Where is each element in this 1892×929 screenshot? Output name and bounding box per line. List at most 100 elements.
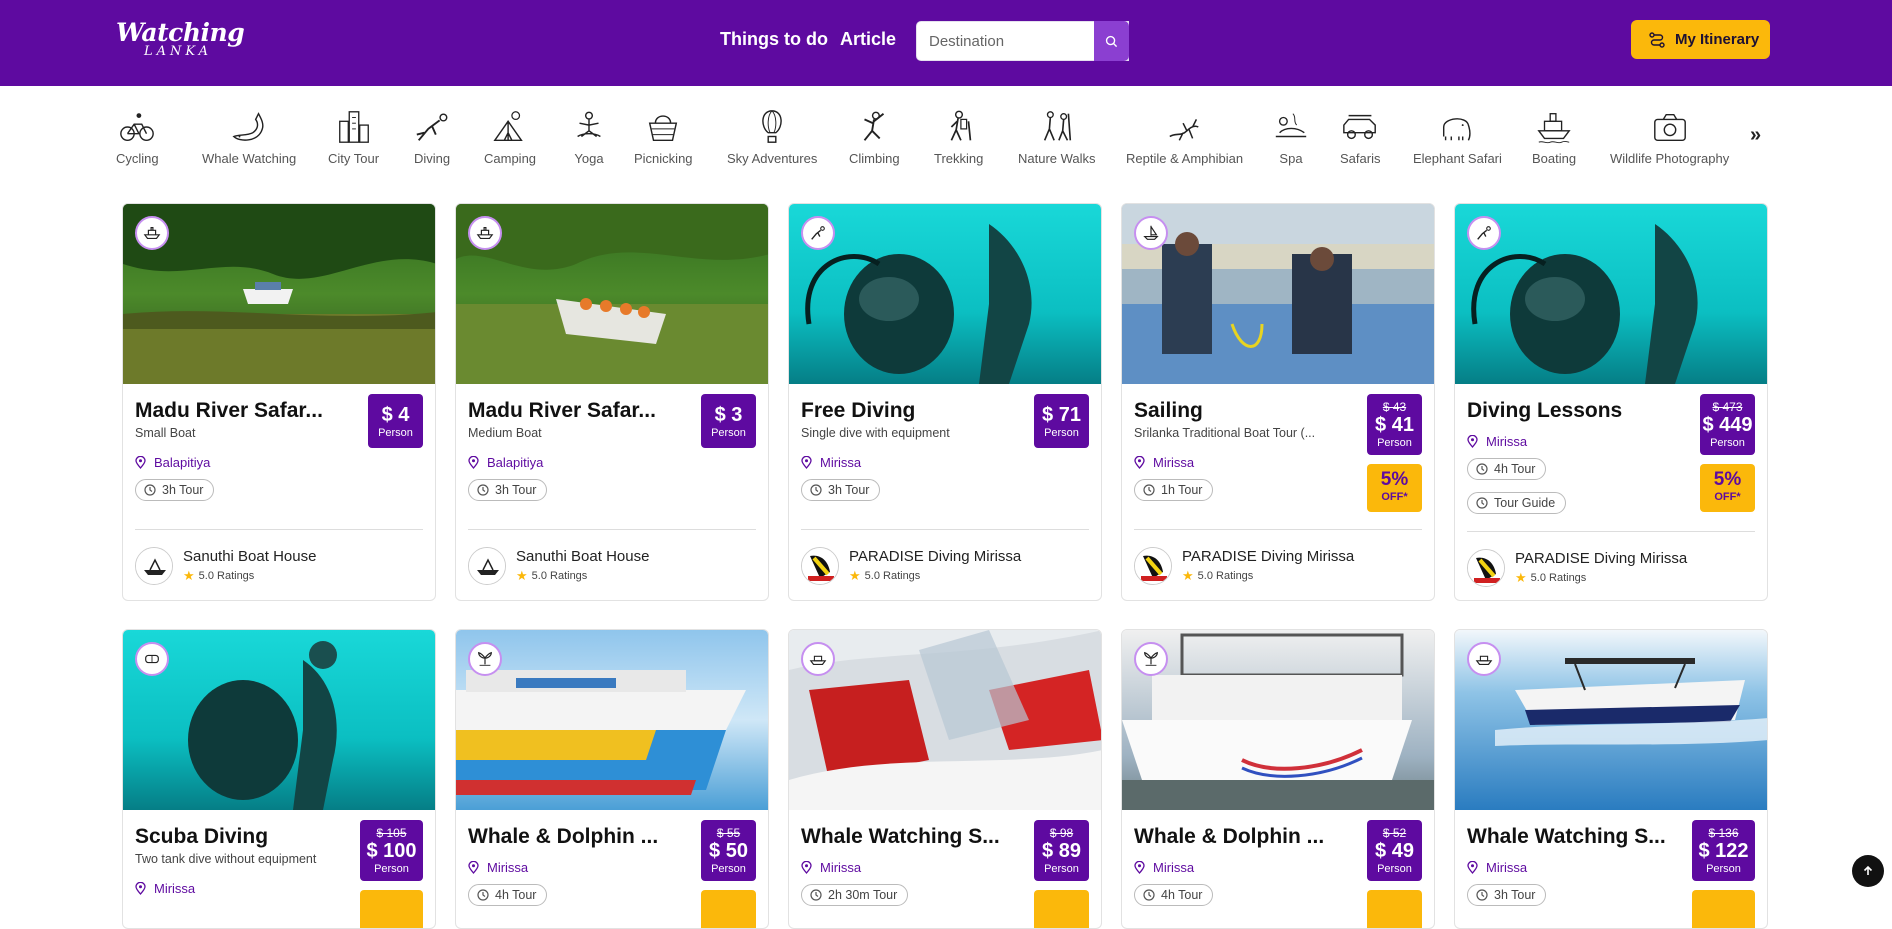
card-divider bbox=[1467, 531, 1755, 532]
activity-card[interactable]: Whale Watching S... Mirissa 2h 30m Tour … bbox=[788, 629, 1102, 929]
location-pin-icon bbox=[1134, 861, 1145, 874]
provider[interactable]: PARADISE Diving Mirissa ★ 5.0 Ratings bbox=[1134, 547, 1354, 585]
category-nature-walks[interactable]: Nature Walks bbox=[1018, 100, 1096, 170]
category-label: Boating bbox=[1532, 151, 1577, 166]
activity-card[interactable]: Diving Lessons Mirissa 4h Tour Tour Guid… bbox=[1454, 203, 1768, 601]
provider[interactable]: PARADISE Diving Mirissa ★ 5.0 Ratings bbox=[801, 547, 1021, 585]
original-price: $ 98 bbox=[1049, 826, 1074, 840]
category-picnicking[interactable]: Picnicking bbox=[634, 100, 693, 170]
category-diving[interactable]: Diving bbox=[413, 100, 451, 170]
category-whale-watching[interactable]: Whale Watching bbox=[202, 100, 296, 170]
category-cycling[interactable]: Cycling bbox=[116, 100, 159, 170]
price-box: $ 4 Person bbox=[368, 394, 423, 448]
activity-location[interactable]: Mirissa bbox=[1134, 860, 1194, 875]
activity-location[interactable]: Mirissa bbox=[1467, 860, 1527, 875]
duration-tag: 3h Tour bbox=[1467, 884, 1547, 906]
activity-location[interactable]: Balapitiya bbox=[135, 455, 210, 470]
tent-icon bbox=[493, 111, 523, 142]
activity-photo bbox=[1455, 204, 1767, 384]
original-price: $ 136 bbox=[1708, 826, 1739, 840]
tour-guide-tag: Tour Guide bbox=[1467, 492, 1567, 514]
jeep-icon bbox=[1343, 114, 1377, 140]
star-icon: ★ bbox=[849, 568, 861, 583]
price-unit: Person bbox=[1044, 427, 1079, 439]
category-city-tour[interactable]: City Tour bbox=[328, 100, 379, 170]
search-icon bbox=[1105, 35, 1118, 47]
category-reptile-amphibian[interactable]: Reptile & Amphibian bbox=[1126, 100, 1243, 170]
activity-subtitle: Single dive with equipment bbox=[801, 426, 950, 440]
price-unit: Person bbox=[1706, 863, 1741, 875]
activity-title: Free Diving bbox=[801, 399, 916, 422]
price-unit: Person bbox=[711, 427, 746, 439]
price-unit: Person bbox=[1377, 863, 1412, 875]
provider-avatar bbox=[468, 547, 506, 585]
category-badge bbox=[1134, 642, 1168, 676]
category-trekking[interactable]: Trekking bbox=[934, 100, 983, 170]
provider[interactable]: PARADISE Diving Mirissa ★ 5.0 Ratings bbox=[1467, 549, 1687, 587]
activity-card[interactable]: Madu River Safar... Small Boat Balapitiy… bbox=[122, 203, 436, 601]
location-pin-icon bbox=[1467, 435, 1478, 448]
provider-rating: ★ 5.0 Ratings bbox=[1515, 570, 1587, 585]
category-badge bbox=[801, 216, 835, 250]
discount-badge: 5% OFF* bbox=[1700, 464, 1755, 512]
activity-location[interactable]: Mirissa bbox=[1467, 434, 1527, 449]
route-icon bbox=[1649, 31, 1665, 48]
clock-icon bbox=[810, 889, 822, 901]
activity-card[interactable]: Free Diving Single dive with equipment M… bbox=[788, 203, 1102, 601]
star-icon: ★ bbox=[1515, 570, 1527, 585]
activity-card[interactable]: Sailing Srilanka Traditional Boat Tour (… bbox=[1121, 203, 1435, 601]
activity-card[interactable]: Whale & Dolphin ... Mirissa 4h Tour $ 55… bbox=[455, 629, 769, 929]
price-unit: Person bbox=[378, 427, 413, 439]
category-wildlife-photography[interactable]: Wildlife Photography bbox=[1610, 100, 1729, 170]
category-sky-adventures[interactable]: Sky Adventures bbox=[727, 100, 817, 170]
scroll-to-top-button[interactable] bbox=[1852, 855, 1884, 887]
activity-location[interactable]: Mirissa bbox=[1134, 455, 1194, 470]
activity-location[interactable]: Mirissa bbox=[801, 455, 861, 470]
my-itinerary-button[interactable]: My Itinerary bbox=[1631, 20, 1770, 59]
category-safaris[interactable]: Safaris bbox=[1340, 100, 1380, 170]
nav-article[interactable]: Article bbox=[840, 29, 896, 50]
location-pin-icon bbox=[1467, 861, 1478, 874]
nav-things-to-do[interactable]: Things to do bbox=[720, 29, 828, 50]
category-yoga[interactable]: Yoga bbox=[570, 100, 608, 170]
category-label: Picnicking bbox=[634, 151, 693, 166]
activity-location[interactable]: Mirissa bbox=[468, 860, 528, 875]
category-label: Spa bbox=[1279, 151, 1303, 166]
lizard-icon bbox=[1168, 119, 1199, 141]
logo[interactable]: Watching LANKA bbox=[116, 18, 245, 60]
current-price: $ 89 bbox=[1042, 840, 1081, 862]
clock-icon bbox=[477, 484, 489, 496]
provider-name: PARADISE Diving Mirissa bbox=[1182, 548, 1355, 565]
search-button[interactable] bbox=[1094, 21, 1129, 61]
category-badge bbox=[1467, 216, 1501, 250]
activity-card[interactable]: Madu River Safar... Medium Boat Balapiti… bbox=[455, 203, 769, 601]
activity-title: Madu River Safar... bbox=[135, 399, 323, 422]
duration-tag: 4h Tour bbox=[1467, 458, 1547, 480]
provider-name: Sanuthi Boat House bbox=[516, 548, 650, 565]
category-label: Safaris bbox=[1340, 151, 1381, 166]
provider[interactable]: Sanuthi Boat House ★ 5.0 Ratings bbox=[468, 547, 649, 585]
activity-title: Sailing bbox=[1134, 399, 1203, 422]
activity-subtitle: Small Boat bbox=[135, 426, 196, 440]
provider-avatar bbox=[1134, 547, 1172, 585]
category-elephant-safari[interactable]: Elephant Safari bbox=[1413, 100, 1502, 170]
category-climbing[interactable]: Climbing bbox=[849, 100, 900, 170]
price-unit: Person bbox=[374, 863, 409, 875]
activity-card[interactable]: Whale & Dolphin ... Mirissa 4h Tour $ 52… bbox=[1121, 629, 1435, 929]
clock-icon bbox=[1476, 463, 1488, 475]
category-spa[interactable]: Spa bbox=[1272, 100, 1310, 170]
activity-subtitle: Medium Boat bbox=[468, 426, 542, 440]
activity-location[interactable]: Balapitiya bbox=[468, 455, 543, 470]
activity-location[interactable]: Mirissa bbox=[801, 860, 861, 875]
provider[interactable]: Sanuthi Boat House ★ 5.0 Ratings bbox=[135, 547, 316, 585]
activity-card[interactable]: Whale Watching S... Mirissa 3h Tour $ 13… bbox=[1454, 629, 1768, 929]
activity-location[interactable]: Mirissa bbox=[135, 881, 195, 896]
hiker-icon bbox=[950, 110, 971, 141]
category-camping[interactable]: Camping bbox=[484, 100, 536, 170]
category-scroll-right-icon[interactable]: » bbox=[1750, 124, 1761, 147]
star-icon: ★ bbox=[183, 568, 195, 583]
category-label: City Tour bbox=[328, 151, 380, 166]
category-boating[interactable]: Boating bbox=[1532, 100, 1576, 170]
activity-card[interactable]: Scuba Diving Two tank dive without equip… bbox=[122, 629, 436, 929]
arrow-up-icon bbox=[1863, 865, 1873, 875]
